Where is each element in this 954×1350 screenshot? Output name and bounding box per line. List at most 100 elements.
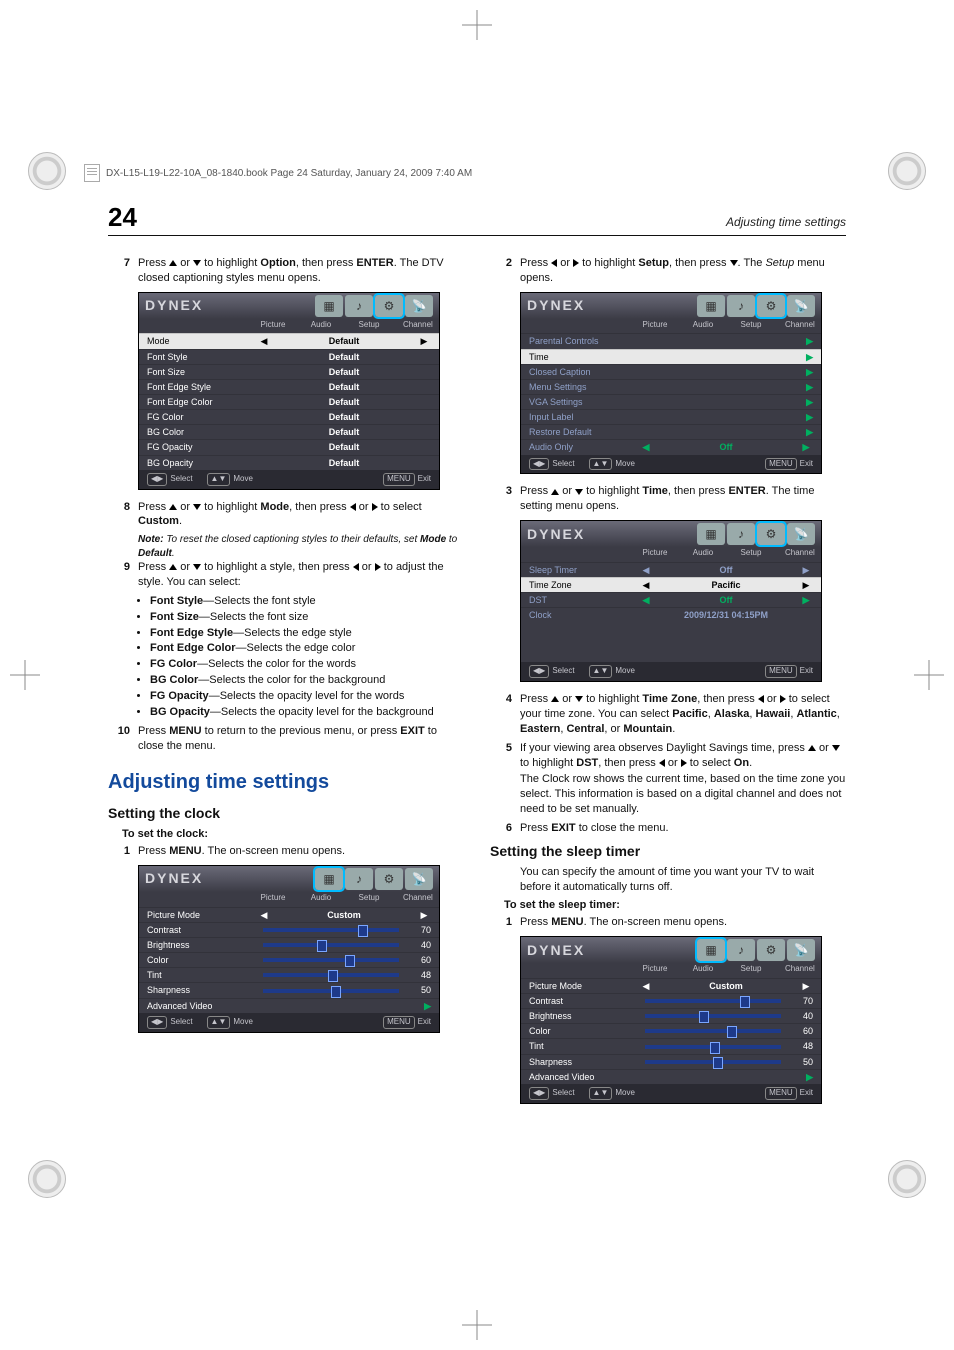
tab-audio-icon: ♪ [727, 295, 755, 317]
tab-picture-icon: ▦ [697, 523, 725, 545]
osd-setup-menu: DYNEX ▦ ♪ ⚙ 📡 PictureAudioSetupChannel P… [520, 292, 822, 475]
osd-row: Time Zone◀Pacific▶ [521, 577, 821, 592]
tab-picture-icon: ▦ [315, 295, 343, 317]
step-text: Press MENU. The on-screen menu opens. [520, 915, 846, 930]
intro-text: You can specify the amount of time you w… [520, 865, 846, 895]
registration-mark [888, 152, 926, 190]
osd-row: Sharpness50 [139, 982, 439, 997]
tab-picture-icon: ▦ [697, 295, 725, 317]
step-text: Press or to highlight Mode, then press o… [138, 500, 464, 530]
osd-row: Contrast70 [139, 922, 439, 937]
osd-row: Picture Mode◀Custom▶ [139, 907, 439, 922]
osd-row: Brightness40 [521, 1008, 821, 1023]
left-column: 7 Press or to highlight Option, then pre… [108, 256, 464, 1114]
osd-row: BG OpacityDefault [139, 455, 439, 470]
right-column: 2 Press or to highlight Setup, then pres… [490, 256, 846, 1114]
osd-row: Picture Mode◀Custom▶ [521, 978, 821, 993]
osd-row: Color60 [521, 1023, 821, 1038]
osd-row: Font Edge StyleDefault [139, 379, 439, 394]
step-number: 3 [490, 484, 512, 514]
osd-row: Time▶ [521, 349, 821, 364]
osd-row: VGA Settings▶ [521, 394, 821, 409]
osd-row: Input Label▶ [521, 409, 821, 424]
osd-row: Advanced Video▶ [139, 998, 439, 1013]
osd-picture-menu: DYNEX ▦ ♪ ⚙ 📡 PictureAudioSetupChannel P… [138, 865, 440, 1033]
tab-setup-icon: ⚙ [757, 939, 785, 961]
osd-row: Tint48 [139, 967, 439, 982]
osd-row: FG OpacityDefault [139, 439, 439, 454]
osd-row: Tint48 [521, 1038, 821, 1053]
osd-row: Contrast70 [521, 993, 821, 1008]
tab-audio-icon: ♪ [727, 523, 755, 545]
step-number: 2 [490, 256, 512, 286]
step-text: Press or to highlight Option, then press… [138, 256, 464, 286]
step-number: 5 [490, 741, 512, 817]
step-text: Press or to highlight Time, then press E… [520, 484, 846, 514]
osd-picture-menu-2: DYNEX ▦ ♪ ⚙ 📡 PictureAudioSetupChannel P… [520, 936, 822, 1104]
registration-mark [888, 1160, 926, 1198]
osd-row: Mode◀Default▶ [139, 333, 439, 348]
step-number: 8 [108, 500, 130, 530]
header-strip: DX-L15-L19-L22-10A_08-1840.book Page 24 … [84, 163, 870, 183]
crop-mark [462, 10, 492, 40]
running-head: Adjusting time settings [726, 215, 846, 229]
note: Note: To reset the closed captioning sty… [138, 533, 464, 560]
crop-mark [462, 1310, 492, 1340]
tab-channel-icon: 📡 [787, 295, 815, 317]
tab-audio-icon: ♪ [345, 295, 373, 317]
osd-row: Color60 [139, 952, 439, 967]
osd-row: Font Edge ColorDefault [139, 394, 439, 409]
osd-row: Brightness40 [139, 937, 439, 952]
section-heading: Adjusting time settings [108, 769, 464, 796]
osd-row: Menu Settings▶ [521, 379, 821, 394]
osd-row: FG ColorDefault [139, 409, 439, 424]
osd-row: Restore Default▶ [521, 424, 821, 439]
osd-row: Clock2009/12/31 04:15PM [521, 607, 821, 622]
step-number: 7 [108, 256, 130, 286]
tab-setup-icon: ⚙ [375, 868, 403, 890]
step-number: 1 [108, 844, 130, 859]
subsection-heading: Setting the clock [108, 804, 464, 823]
step-text: Press EXIT to close the menu. [520, 821, 846, 836]
osd-row: Audio Only◀Off▶ [521, 439, 821, 454]
header-strip-text: DX-L15-L19-L22-10A_08-1840.book Page 24 … [106, 168, 472, 179]
osd-row: Sleep Timer◀Off▶ [521, 562, 821, 577]
step-text: Press MENU to return to the previous men… [138, 724, 464, 754]
step-text: Press or to highlight Time Zone, then pr… [520, 692, 846, 737]
step-number: 10 [108, 724, 130, 754]
osd-cc-styles: DYNEX ▦ ♪ ⚙ 📡 Picture Audio Setup Channe… [138, 292, 440, 490]
osd-row: Advanced Video▶ [521, 1069, 821, 1084]
osd-row: Sharpness50 [521, 1054, 821, 1069]
procedure-label: To set the clock: [122, 827, 464, 842]
tab-setup-icon: ⚙ [375, 295, 403, 317]
tab-channel-icon: 📡 [405, 295, 433, 317]
step-text: Press MENU. The on-screen menu opens. [138, 844, 464, 859]
tab-audio-icon: ♪ [727, 939, 755, 961]
osd-time-menu: DYNEX ▦ ♪ ⚙ 📡 PictureAudioSetupChannel S… [520, 520, 822, 682]
tab-channel-icon: 📡 [787, 523, 815, 545]
crop-mark [10, 660, 40, 690]
step-text: Press or to highlight a style, then pres… [138, 560, 464, 590]
step-number: 1 [490, 915, 512, 930]
registration-mark [28, 152, 66, 190]
step-number: 4 [490, 692, 512, 737]
tab-setup-icon: ⚙ [757, 295, 785, 317]
osd-row: BG ColorDefault [139, 424, 439, 439]
osd-row: Closed Caption▶ [521, 364, 821, 379]
tab-channel-icon: 📡 [405, 868, 433, 890]
procedure-label: To set the sleep timer: [504, 898, 846, 913]
osd-row: Font StyleDefault [139, 349, 439, 364]
osd-row: DST◀Off▶ [521, 592, 821, 607]
tab-channel-icon: 📡 [787, 939, 815, 961]
tab-picture-icon: ▦ [315, 868, 343, 890]
tab-audio-icon: ♪ [345, 868, 373, 890]
bullet-list: Font Style—Selects the font style Font S… [150, 594, 464, 720]
step-number: 6 [490, 821, 512, 836]
step-text: Press or to highlight Setup, then press … [520, 256, 846, 286]
osd-row: Font SizeDefault [139, 364, 439, 379]
osd-row: Parental Controls▶ [521, 333, 821, 348]
tab-picture-icon: ▦ [697, 939, 725, 961]
subsection-heading: Setting the sleep timer [490, 842, 846, 861]
brand-logo: DYNEX [145, 296, 315, 315]
crop-mark [914, 660, 944, 690]
